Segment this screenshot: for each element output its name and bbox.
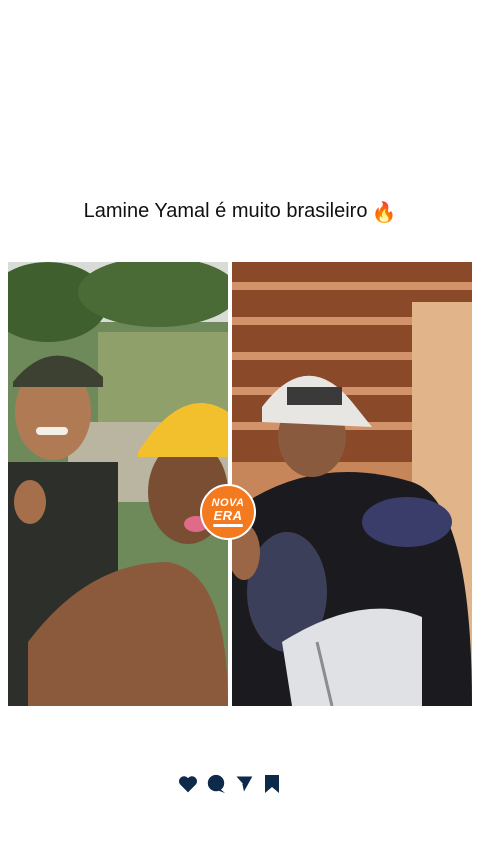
share-icon[interactable]	[234, 774, 254, 794]
post-caption: Lamine Yamal é muito brasileiro 🔥	[0, 200, 480, 225]
logo-line1: NOVA	[211, 496, 245, 509]
right-photo	[232, 262, 472, 706]
heart-icon[interactable]	[178, 774, 198, 794]
bookmark-icon[interactable]	[262, 774, 282, 794]
comment-icon[interactable]	[206, 774, 226, 794]
right-photo-image	[232, 262, 472, 706]
fire-emoji: 🔥	[371, 202, 397, 224]
nova-era-logo: NOVA ERA	[200, 484, 256, 540]
caption-text: Lamine Yamal é muito brasileiro	[83, 200, 368, 222]
logo-swoosh	[213, 523, 243, 527]
left-photo	[8, 262, 228, 706]
logo-line2: ERA	[213, 507, 243, 523]
left-photo-image	[8, 262, 228, 706]
post-actions	[178, 774, 282, 794]
